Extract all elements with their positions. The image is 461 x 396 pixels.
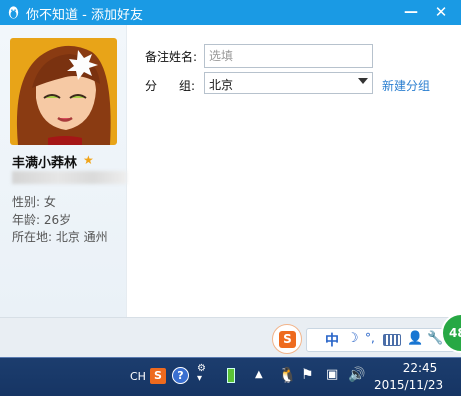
group-label-second: 组: xyxy=(179,79,196,93)
network-icon[interactable]: ▣ xyxy=(326,367,338,382)
remark-input[interactable] xyxy=(204,44,373,68)
show-hidden-icons-icon[interactable]: ▲ xyxy=(255,369,263,380)
nickname: 丰满小莽林 xyxy=(12,156,78,171)
avatar[interactable] xyxy=(10,38,117,145)
qq-penguin-icon xyxy=(8,6,19,19)
language-indicator[interactable]: CH xyxy=(130,370,146,383)
moon-icon[interactable]: ☽ xyxy=(347,331,359,346)
ime-chinese-mode-button[interactable]: 中 xyxy=(325,330,339,350)
clock-time[interactable]: 22:45 xyxy=(390,361,450,375)
user-icon[interactable]: 👤 xyxy=(407,331,423,346)
windows-taskbar: CH S ? ⚙ ▾ ▲ 🐧 ⚑ ▣ 🔊 22:45 2015/11/23 xyxy=(0,357,461,396)
group-label-first: 分 xyxy=(145,79,158,93)
age-text: 年龄: 26岁 xyxy=(12,213,72,227)
ime-panel: 中 ☽ °, 👤 🔧 xyxy=(306,328,456,352)
battery-icon[interactable] xyxy=(227,368,235,383)
ime-toolbar: S 中 ☽ °, 👤 🔧 xyxy=(270,322,461,356)
volume-icon[interactable]: 🔊 xyxy=(348,367,365,383)
gender-text: 性别: 女 xyxy=(12,195,56,209)
action-center-flag-icon[interactable]: ⚑ xyxy=(301,367,314,383)
sogou-logo-icon[interactable]: S xyxy=(272,324,302,354)
window-title: 你不知道 - 添加好友 xyxy=(26,8,143,23)
options-icon[interactable]: ⚙ ▾ xyxy=(197,364,206,384)
star-icon: ★ xyxy=(83,153,94,167)
add-friend-window: 你不知道 - 添加好友 — ✕ 丰满小莽林 ★ 性别: 女 年龄: 26岁 所在… xyxy=(0,0,461,357)
sogou-tray-icon[interactable]: S xyxy=(150,368,166,384)
location-text: 所在地: 北京 通州 xyxy=(12,230,108,244)
clock-date[interactable]: 2015/11/23 xyxy=(374,378,443,392)
qq-tray-icon[interactable]: 🐧 xyxy=(278,366,297,384)
title-bar[interactable]: 你不知道 - 添加好友 — ✕ xyxy=(0,0,461,25)
help-icon[interactable]: ? xyxy=(172,367,189,384)
group-select[interactable]: 北京 xyxy=(204,72,373,94)
minimize-button[interactable]: — xyxy=(400,2,422,22)
keyboard-icon[interactable] xyxy=(383,334,401,346)
close-button[interactable]: ✕ xyxy=(430,2,452,22)
group-selected-value: 北京 xyxy=(209,78,234,92)
chevron-down-icon[interactable] xyxy=(358,78,368,84)
remark-label: 备注姓名: xyxy=(145,50,198,64)
new-group-link[interactable]: 新建分组 xyxy=(382,77,430,94)
blurred-account-number xyxy=(12,171,127,184)
punctuation-icon[interactable]: °, xyxy=(365,331,375,345)
